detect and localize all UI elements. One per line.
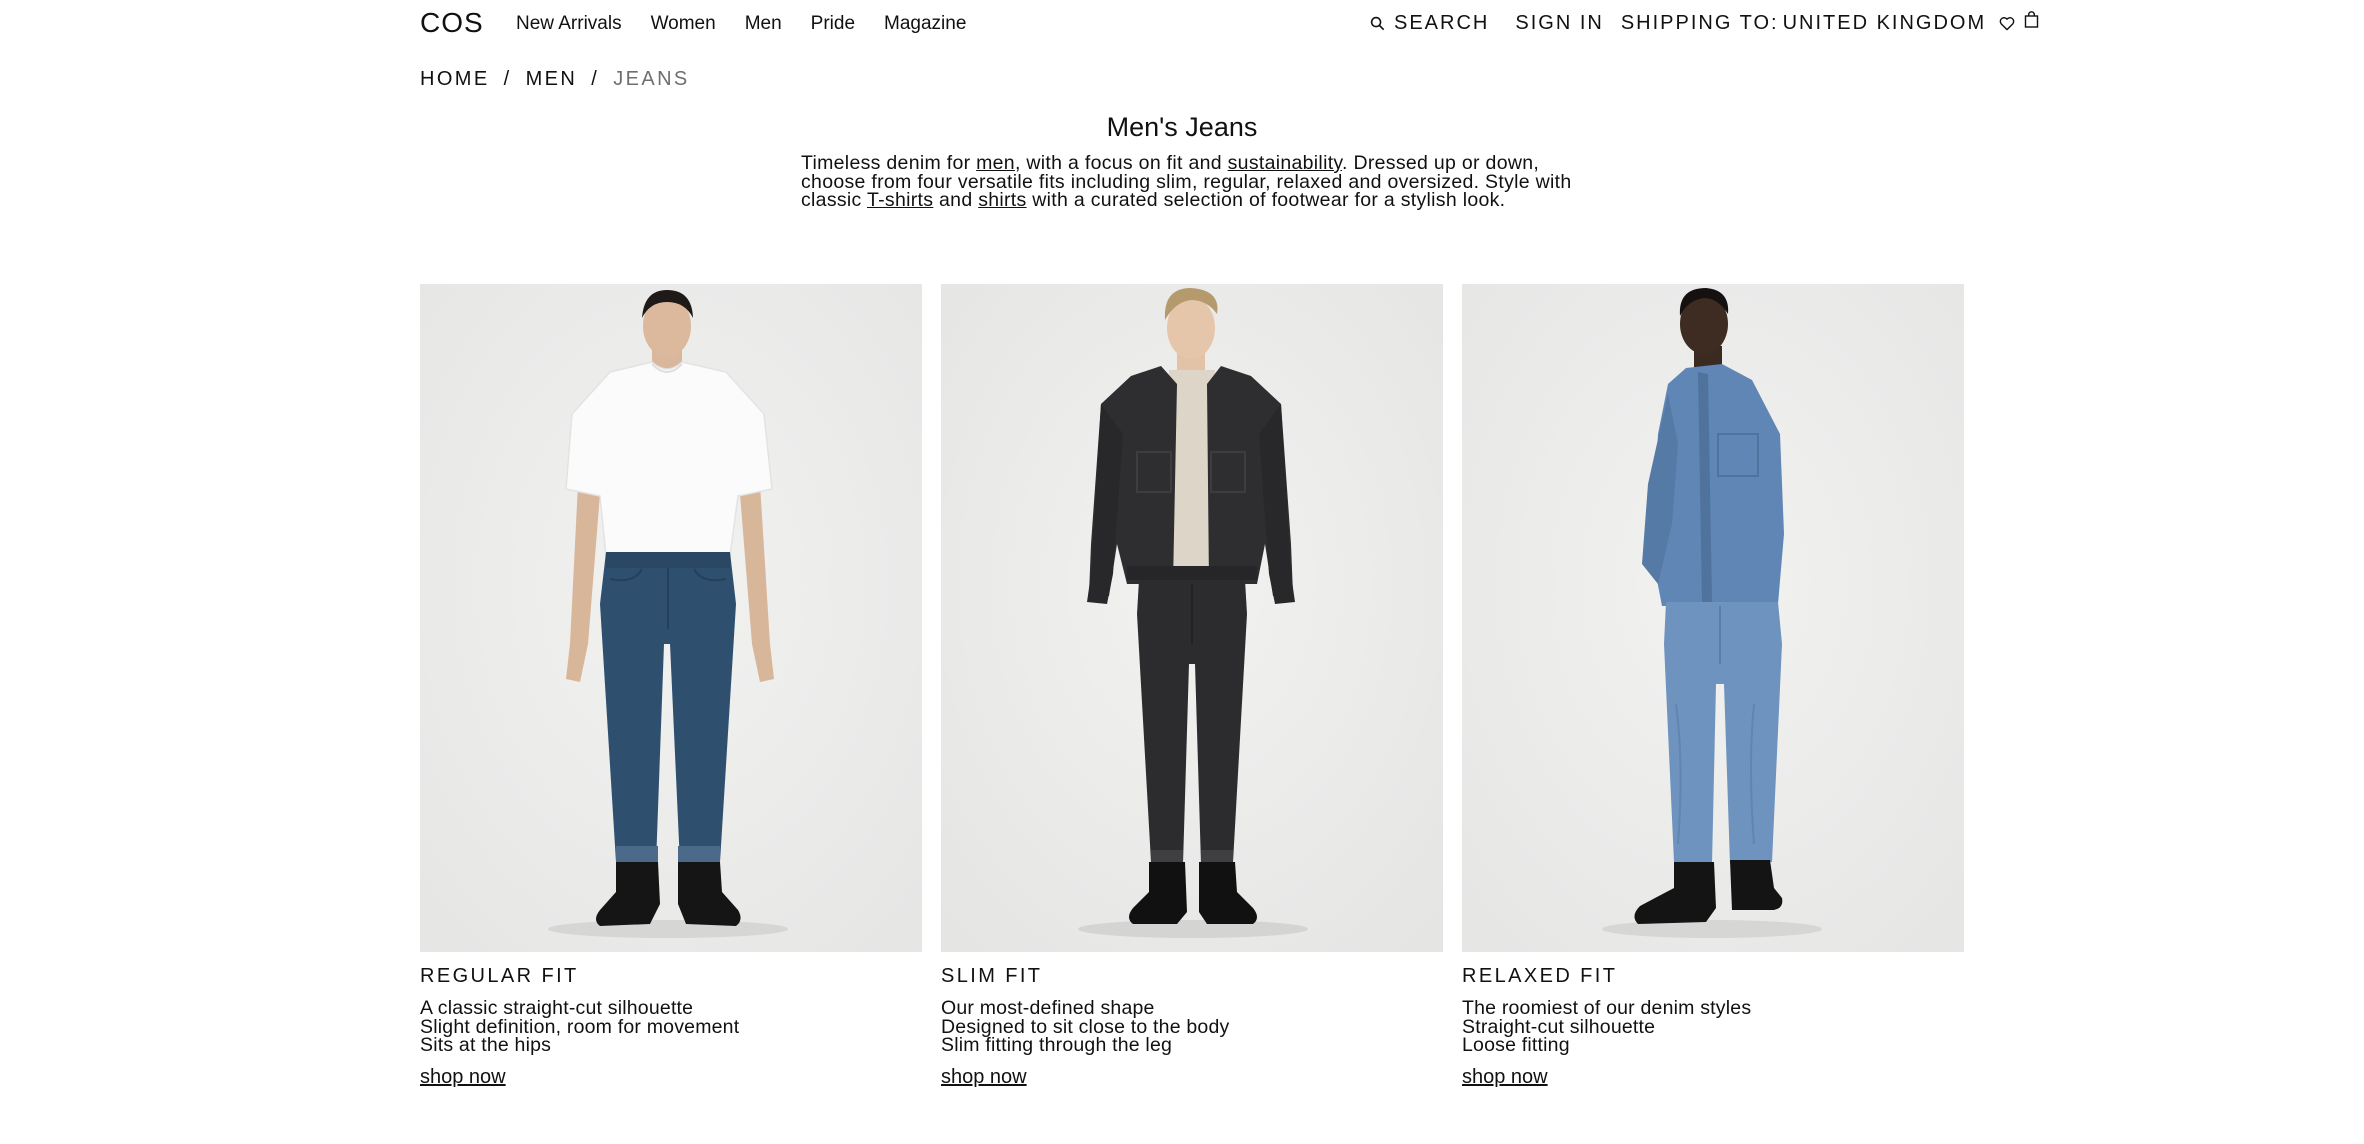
product-card-relaxed-fit: RELAXED FIT The roomiest of our denim st… — [1462, 284, 1964, 1088]
shop-now-link[interactable]: shop now — [941, 1065, 1027, 1089]
breadcrumb-men[interactable]: MEN — [526, 67, 578, 91]
shop-now-link[interactable]: shop now — [420, 1065, 506, 1089]
product-card-regular-fit: REGULAR FIT A classic straight-cut silho… — [420, 284, 922, 1088]
shopping-bag-icon — [2024, 10, 2039, 28]
main-nav: New Arrivals Women Men Pride Magazine — [516, 12, 966, 36]
product-description: A classic straight-cut silhouette Slight… — [420, 999, 739, 1055]
product-title: RELAXED FIT — [1462, 965, 1618, 987]
product-description-line: Loose fitting — [1462, 1034, 1570, 1056]
nav-item-magazine[interactable]: Magazine — [884, 12, 966, 36]
product-description-line: The roomiest of our denim styles — [1462, 997, 1752, 1019]
breadcrumb: HOME / MEN / JEANS — [420, 67, 690, 91]
sign-in-link[interactable]: SIGN IN — [1515, 12, 1603, 35]
search-icon — [1370, 16, 1385, 30]
product-description: Our most-defined shape Designed to sit c… — [941, 999, 1229, 1055]
product-card-slim-fit: SLIM FIT Our most-defined shape Designed… — [941, 284, 1443, 1088]
product-description-line: Slim fitting through the leg — [941, 1034, 1173, 1056]
heart-icon — [1999, 16, 2015, 30]
shipping-label: SHIPPING TO: — [1620, 11, 1779, 34]
breadcrumb-separator: / — [503, 68, 512, 90]
utility-nav: SEARCH SIGN IN SHIPPING TO: UNITED KINGD… — [1370, 9, 2039, 37]
intro-link-tshirts[interactable]: T-shirts — [867, 189, 933, 211]
breadcrumb-current-jeans: JEANS — [613, 68, 690, 90]
intro-text-part: and — [933, 189, 979, 211]
product-description-line: Sits at the hips — [420, 1034, 552, 1056]
nav-item-women[interactable]: Women — [651, 12, 716, 36]
intro-text-part: with a curated selection of footwear for… — [1026, 189, 1506, 211]
wishlist-button[interactable] — [1999, 16, 2015, 31]
shop-now-link[interactable]: shop now — [1462, 1065, 1548, 1089]
intro-text: Timeless denim for men, with a focus on … — [801, 153, 1591, 211]
product-title: SLIM FIT — [941, 965, 1043, 987]
shipping-selector[interactable]: SHIPPING TO: UNITED KINGDOM — [1621, 12, 1986, 35]
nav-item-new-arrivals[interactable]: New Arrivals — [516, 12, 622, 36]
sign-in-label: SIGN IN — [1515, 11, 1604, 34]
nav-item-men[interactable]: Men — [745, 12, 782, 36]
page-title: Men's Jeans — [1106, 112, 1258, 142]
model-regular-fit-illustration — [420, 284, 922, 952]
brand-logo[interactable]: COS — [420, 6, 484, 40]
product-description-line: A classic straight-cut silhouette — [420, 997, 694, 1019]
nav-item-pride[interactable]: Pride — [811, 12, 855, 36]
model-relaxed-fit-illustration — [1462, 284, 1964, 952]
product-description-line: Our most-defined shape — [941, 997, 1155, 1019]
product-image-relaxed-fit[interactable] — [1462, 284, 1964, 952]
search-button[interactable]: SEARCH — [1370, 12, 1489, 35]
product-title: REGULAR FIT — [420, 965, 579, 987]
model-slim-fit-illustration — [941, 284, 1443, 952]
product-image-regular-fit[interactable] — [420, 284, 922, 952]
intro-link-shirts[interactable]: shirts — [978, 189, 1026, 211]
breadcrumb-separator: / — [591, 68, 600, 90]
search-label: SEARCH — [1394, 11, 1490, 34]
site-header: COS New Arrivals Women Men Pride Magazin… — [0, 0, 2364, 46]
shipping-country: UNITED KINGDOM — [1782, 11, 1987, 34]
product-description: The roomiest of our denim styles Straigh… — [1462, 999, 1751, 1055]
product-image-slim-fit[interactable] — [941, 284, 1443, 952]
breadcrumb-home[interactable]: HOME — [420, 67, 490, 91]
bag-button[interactable] — [2024, 10, 2039, 28]
